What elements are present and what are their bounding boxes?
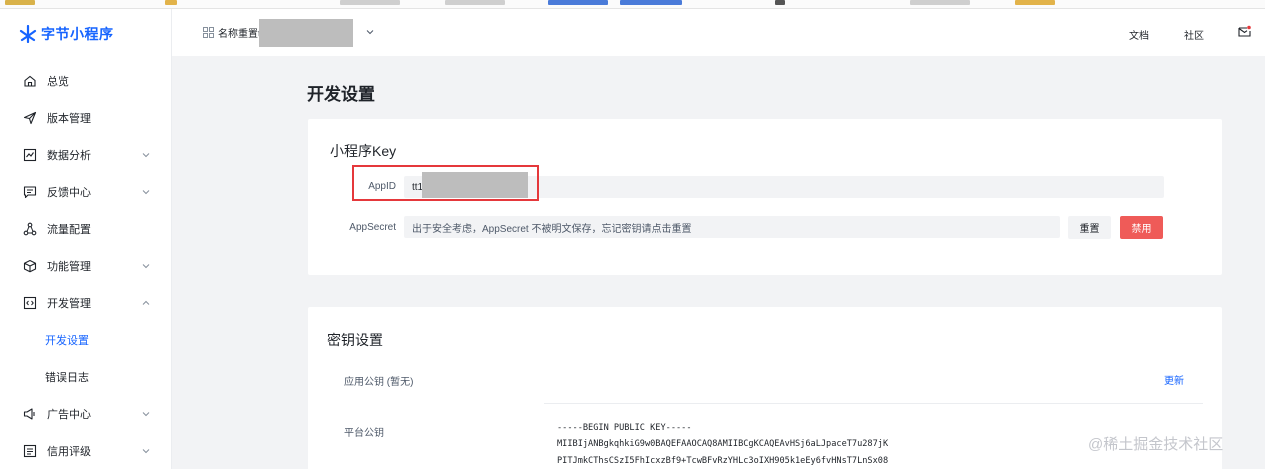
sidebar-item-label: 开发管理 bbox=[47, 297, 91, 310]
redacted-app-name bbox=[258, 19, 353, 47]
appsecret-label: AppSecret bbox=[349, 222, 396, 233]
watermark: @稀土掘金技术社区 bbox=[1088, 436, 1224, 453]
grid-icon bbox=[203, 26, 214, 38]
chevron-down-icon bbox=[141, 409, 151, 419]
sidebar-subitem-error-log[interactable]: 错误日志 bbox=[0, 358, 171, 395]
sidebar-item-overview[interactable]: 总览 bbox=[0, 62, 171, 99]
sidebar-item-features[interactable]: 功能管理 bbox=[0, 247, 171, 284]
sidebar-item-label: 信用评级 bbox=[47, 445, 91, 458]
sidebar-item-label: 流量配置 bbox=[47, 223, 91, 236]
update-link[interactable]: 更新 bbox=[1164, 372, 1184, 387]
sidebar-item-feedback[interactable]: 反馈中心 bbox=[0, 173, 171, 210]
brand-name: 字节小程序 bbox=[41, 26, 114, 42]
app-name: 名称重置t bbox=[218, 28, 261, 40]
chevron-down-icon bbox=[141, 187, 151, 197]
app-key-section-title: 小程序Key bbox=[330, 143, 397, 159]
app-selector[interactable]: 名称重置t bbox=[203, 19, 375, 47]
chevron-down-icon bbox=[366, 30, 374, 35]
sidebar-item-label: 广告中心 bbox=[47, 408, 91, 421]
sidebar-item-label: 总览 bbox=[47, 75, 69, 88]
chevron-down-icon bbox=[141, 261, 151, 271]
divider bbox=[544, 403, 1203, 404]
brand-logo[interactable]: 字节小程序 bbox=[19, 24, 114, 44]
sidebar-item-label: 数据分析 bbox=[47, 149, 91, 162]
public-key-line: -----BEGIN PUBLIC KEY----- bbox=[557, 423, 692, 433]
speaker-icon bbox=[23, 407, 37, 421]
chevron-down-icon bbox=[141, 150, 151, 160]
top-header: 名称重置t 文档 社区 bbox=[172, 9, 1265, 56]
sidebar-item-versions[interactable]: 版本管理 bbox=[0, 99, 171, 136]
share-icon bbox=[23, 222, 37, 236]
docs-link[interactable]: 文档 bbox=[1129, 27, 1149, 42]
browser-bookmark-strip bbox=[0, 0, 1265, 9]
cube-icon bbox=[23, 259, 37, 273]
sidebar-item-label: 功能管理 bbox=[47, 260, 91, 273]
sidebar-item-credit-rating[interactable]: 信用评级 bbox=[0, 432, 171, 469]
send-icon bbox=[23, 111, 37, 125]
public-key-line: PITJmkCThsCSzI5FhIcxzBf9+TcwBFvRzYHLc3oI… bbox=[557, 456, 889, 466]
secret-settings-title: 密钥设置 bbox=[327, 332, 383, 348]
appsecret-hint: 出于安全考虑，AppSecret 不被明文保存，忘记密钥请点击重置 bbox=[412, 223, 692, 235]
public-key-line: MIIBIjANBgkqhkiG9w0BAQEFAAOCAQ8AMIIBCgKC… bbox=[557, 439, 889, 449]
highlight-box bbox=[352, 165, 539, 201]
sidebar-item-label: 反馈中心 bbox=[47, 186, 91, 199]
appsecret-field: 出于安全考虑，AppSecret 不被明文保存，忘记密钥请点击重置 bbox=[404, 216, 1060, 238]
app-public-key-label: 应用公钥 (暂无) bbox=[344, 377, 414, 388]
bytedance-logo-icon bbox=[19, 25, 37, 43]
sidebar-item-ad-center[interactable]: 广告中心 bbox=[0, 395, 171, 432]
page-title: 开发设置 bbox=[307, 85, 375, 104]
reset-button[interactable]: 重置 bbox=[1068, 216, 1111, 239]
home-icon bbox=[23, 74, 37, 88]
disable-button[interactable]: 禁用 bbox=[1120, 216, 1163, 239]
sidebar-subitem-dev-settings[interactable]: 开发设置 bbox=[0, 321, 171, 358]
code-icon bbox=[23, 296, 37, 310]
sidebar-item-label: 开发设置 bbox=[45, 334, 89, 347]
message-icon bbox=[23, 185, 37, 199]
chevron-up-icon bbox=[141, 298, 151, 308]
chart-icon bbox=[23, 148, 37, 162]
list-icon bbox=[23, 444, 37, 458]
community-link[interactable]: 社区 bbox=[1184, 27, 1204, 42]
sidebar: 字节小程序 总览 版本管理 数据分析 反馈中心 流量配置 功能管理 开发管理 开… bbox=[0, 9, 172, 469]
sidebar-item-dev-management[interactable]: 开发管理 bbox=[0, 284, 171, 321]
chevron-down-icon bbox=[141, 446, 151, 456]
sidebar-item-label: 版本管理 bbox=[47, 112, 91, 125]
platform-public-key-label: 平台公钥 bbox=[344, 428, 384, 439]
mail-icon[interactable] bbox=[1238, 25, 1251, 38]
sidebar-item-label: 错误日志 bbox=[45, 371, 89, 384]
sidebar-item-traffic[interactable]: 流量配置 bbox=[0, 210, 171, 247]
sidebar-item-analytics[interactable]: 数据分析 bbox=[0, 136, 171, 173]
